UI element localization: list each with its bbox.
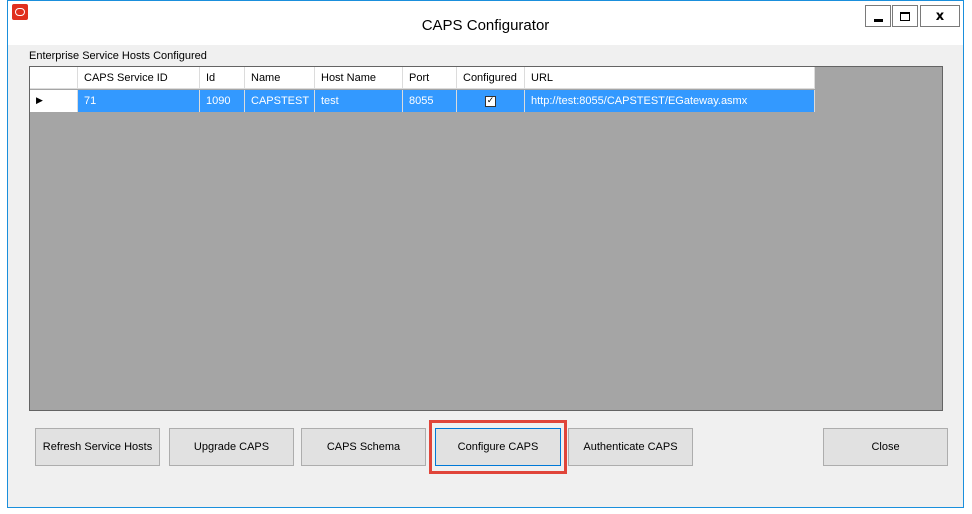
column-header-configured[interactable]: Configured: [457, 67, 525, 89]
column-header-caps-service-id[interactable]: CAPS Service ID: [78, 67, 200, 89]
cell-caps-service-id[interactable]: 71: [78, 90, 200, 112]
minimize-button[interactable]: [865, 5, 891, 27]
maximize-button[interactable]: [892, 5, 918, 27]
caps-schema-button[interactable]: CAPS Schema: [301, 428, 426, 466]
row-header-corner: [30, 67, 78, 89]
cell-id[interactable]: 1090: [200, 90, 245, 112]
cell-name[interactable]: CAPSTEST: [245, 90, 315, 112]
column-header-url[interactable]: URL: [525, 67, 815, 89]
current-row-arrow-icon: ▶: [36, 96, 43, 106]
grid-group-label: Enterprise Service Hosts Configured: [29, 50, 207, 62]
window-close-button[interactable]: x: [920, 5, 960, 27]
close-button[interactable]: Close: [823, 428, 948, 466]
title-bar: CAPS Configurator x: [8, 1, 963, 45]
service-hosts-grid[interactable]: CAPS Service ID Id Name Host Name Port C…: [29, 66, 943, 411]
cell-host-name[interactable]: test: [315, 90, 403, 112]
grid-header-row: CAPS Service ID Id Name Host Name Port C…: [30, 67, 815, 89]
minimize-icon: [873, 18, 883, 22]
column-header-id[interactable]: Id: [200, 67, 245, 89]
authenticate-caps-button[interactable]: Authenticate CAPS: [568, 428, 693, 466]
column-header-host-name[interactable]: Host Name: [315, 67, 403, 89]
close-icon: x: [935, 8, 945, 24]
table-row[interactable]: ▶ 71 1090 CAPSTEST test 8055 ✓ http://te…: [30, 90, 815, 112]
window-title: CAPS Configurator: [421, 17, 550, 34]
cell-port[interactable]: 8055: [403, 90, 457, 112]
column-header-name[interactable]: Name: [245, 67, 315, 89]
configure-caps-button[interactable]: Configure CAPS: [435, 428, 561, 466]
row-header[interactable]: ▶: [30, 90, 78, 112]
cell-configured[interactable]: ✓: [457, 90, 525, 112]
maximize-icon: [900, 11, 910, 21]
cell-url[interactable]: http://test:8055/CAPSTEST/EGateway.asmx: [525, 90, 815, 112]
configured-checkbox[interactable]: ✓: [485, 96, 496, 107]
upgrade-caps-button[interactable]: Upgrade CAPS: [169, 428, 294, 466]
refresh-service-hosts-button[interactable]: Refresh Service Hosts: [35, 428, 160, 466]
column-header-port[interactable]: Port: [403, 67, 457, 89]
